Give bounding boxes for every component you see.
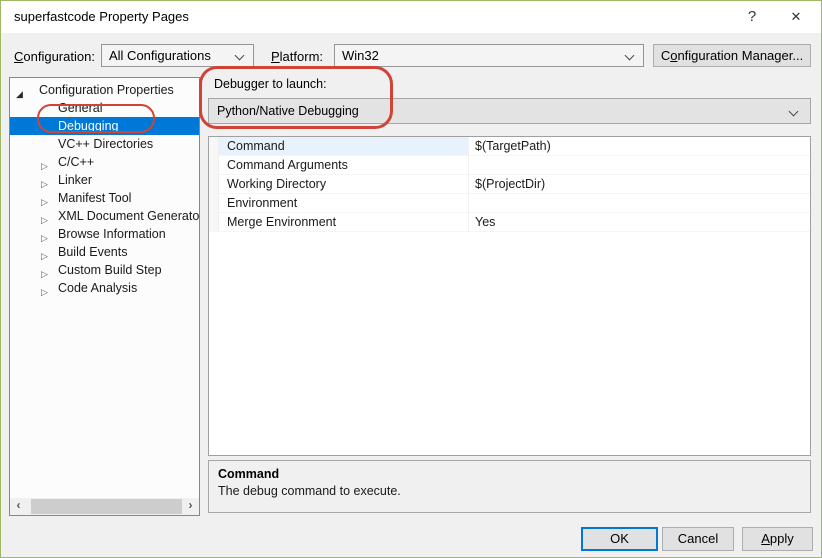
tree-item-configuration-properties[interactable]: ◢ Configuration Properties [10, 81, 199, 99]
property-grid: Command $(TargetPath) Command Arguments … [208, 136, 811, 456]
tree-item-xml-document-generator[interactable]: ▷ XML Document Generator [10, 207, 199, 225]
scroll-right-icon[interactable]: › [182, 498, 199, 515]
chevron-down-icon [788, 106, 799, 117]
cancel-button[interactable]: Cancel [662, 527, 734, 551]
debugger-to-launch-select[interactable]: Python/Native Debugging [208, 98, 811, 124]
configuration-manager-button[interactable]: Configuration Manager... [653, 44, 811, 67]
property-row-command-arguments: Command Arguments [209, 156, 810, 175]
chevron-down-icon [624, 50, 635, 61]
tree-item-vcpp-directories[interactable]: VC++ Directories [10, 135, 199, 153]
property-value[interactable]: $(ProjectDir) [468, 175, 810, 194]
collapsed-arrow-icon[interactable]: ▷ [41, 283, 48, 301]
tree-item-browse-information[interactable]: ▷ Browse Information [10, 225, 199, 243]
configuration-select[interactable]: All Configurations [101, 44, 254, 67]
debugger-to-launch-label: Debugger to launch: [214, 77, 327, 91]
close-icon[interactable]: ✕ [779, 1, 813, 33]
tree-item-code-analysis[interactable]: ▷ Code Analysis [10, 279, 199, 297]
tree-item-debugging[interactable]: Debugging [10, 117, 199, 135]
tree-item-c-cpp[interactable]: ▷ C/C++ [10, 153, 199, 171]
scroll-left-icon[interactable]: ‹ [10, 498, 27, 515]
property-value[interactable] [468, 156, 810, 175]
row-gutter [209, 194, 219, 213]
tree-body: ◢ Configuration Properties General Debug… [10, 81, 199, 498]
property-row-command: Command $(TargetPath) [209, 137, 810, 156]
tree-item-linker[interactable]: ▷ Linker [10, 171, 199, 189]
ok-button[interactable]: OK [581, 527, 658, 551]
row-gutter [209, 137, 219, 156]
row-gutter [209, 156, 219, 175]
property-name[interactable]: Merge Environment [219, 213, 468, 232]
help-icon[interactable]: ? [735, 1, 769, 33]
window-title: superfastcode Property Pages [14, 9, 189, 24]
property-row-working-directory: Working Directory $(ProjectDir) [209, 175, 810, 194]
tree-item-custom-build-step[interactable]: ▷ Custom Build Step [10, 261, 199, 279]
property-value[interactable] [468, 194, 810, 213]
platform-label: Platform: [271, 49, 324, 64]
description-text: The debug command to execute. [218, 484, 401, 498]
apply-button[interactable]: Apply [742, 527, 813, 551]
debugger-to-launch-value: Python/Native Debugging [217, 104, 359, 118]
row-gutter [209, 213, 219, 232]
titlebar: superfastcode Property Pages ? ✕ [1, 1, 821, 33]
row-gutter [209, 175, 219, 194]
property-value[interactable]: $(TargetPath) [468, 137, 810, 156]
property-name[interactable]: Environment [219, 194, 468, 213]
description-title: Command [218, 467, 280, 481]
chevron-down-icon [234, 50, 245, 61]
tree-horizontal-scrollbar[interactable]: ‹ › [10, 498, 199, 515]
property-name[interactable]: Command [219, 137, 468, 156]
platform-value: Win32 [342, 48, 379, 63]
configuration-tree: ◢ Configuration Properties General Debug… [9, 77, 200, 516]
property-row-merge-environment: Merge Environment Yes [209, 213, 810, 232]
tree-item-manifest-tool[interactable]: ▷ Manifest Tool [10, 189, 199, 207]
configuration-label: Configuration: [14, 49, 95, 64]
property-pages-dialog: superfastcode Property Pages ? ✕ Configu… [0, 0, 822, 558]
scrollbar-thumb[interactable] [31, 499, 182, 514]
platform-select[interactable]: Win32 [334, 44, 644, 67]
tree-item-build-events[interactable]: ▷ Build Events [10, 243, 199, 261]
tree-item-general[interactable]: General [10, 99, 199, 117]
property-row-environment: Environment [209, 194, 810, 213]
property-value[interactable]: Yes [468, 213, 810, 232]
configuration-value: All Configurations [109, 48, 211, 63]
property-name[interactable]: Working Directory [219, 175, 468, 194]
property-name[interactable]: Command Arguments [219, 156, 468, 175]
property-description-panel: Command The debug command to execute. [208, 460, 811, 513]
